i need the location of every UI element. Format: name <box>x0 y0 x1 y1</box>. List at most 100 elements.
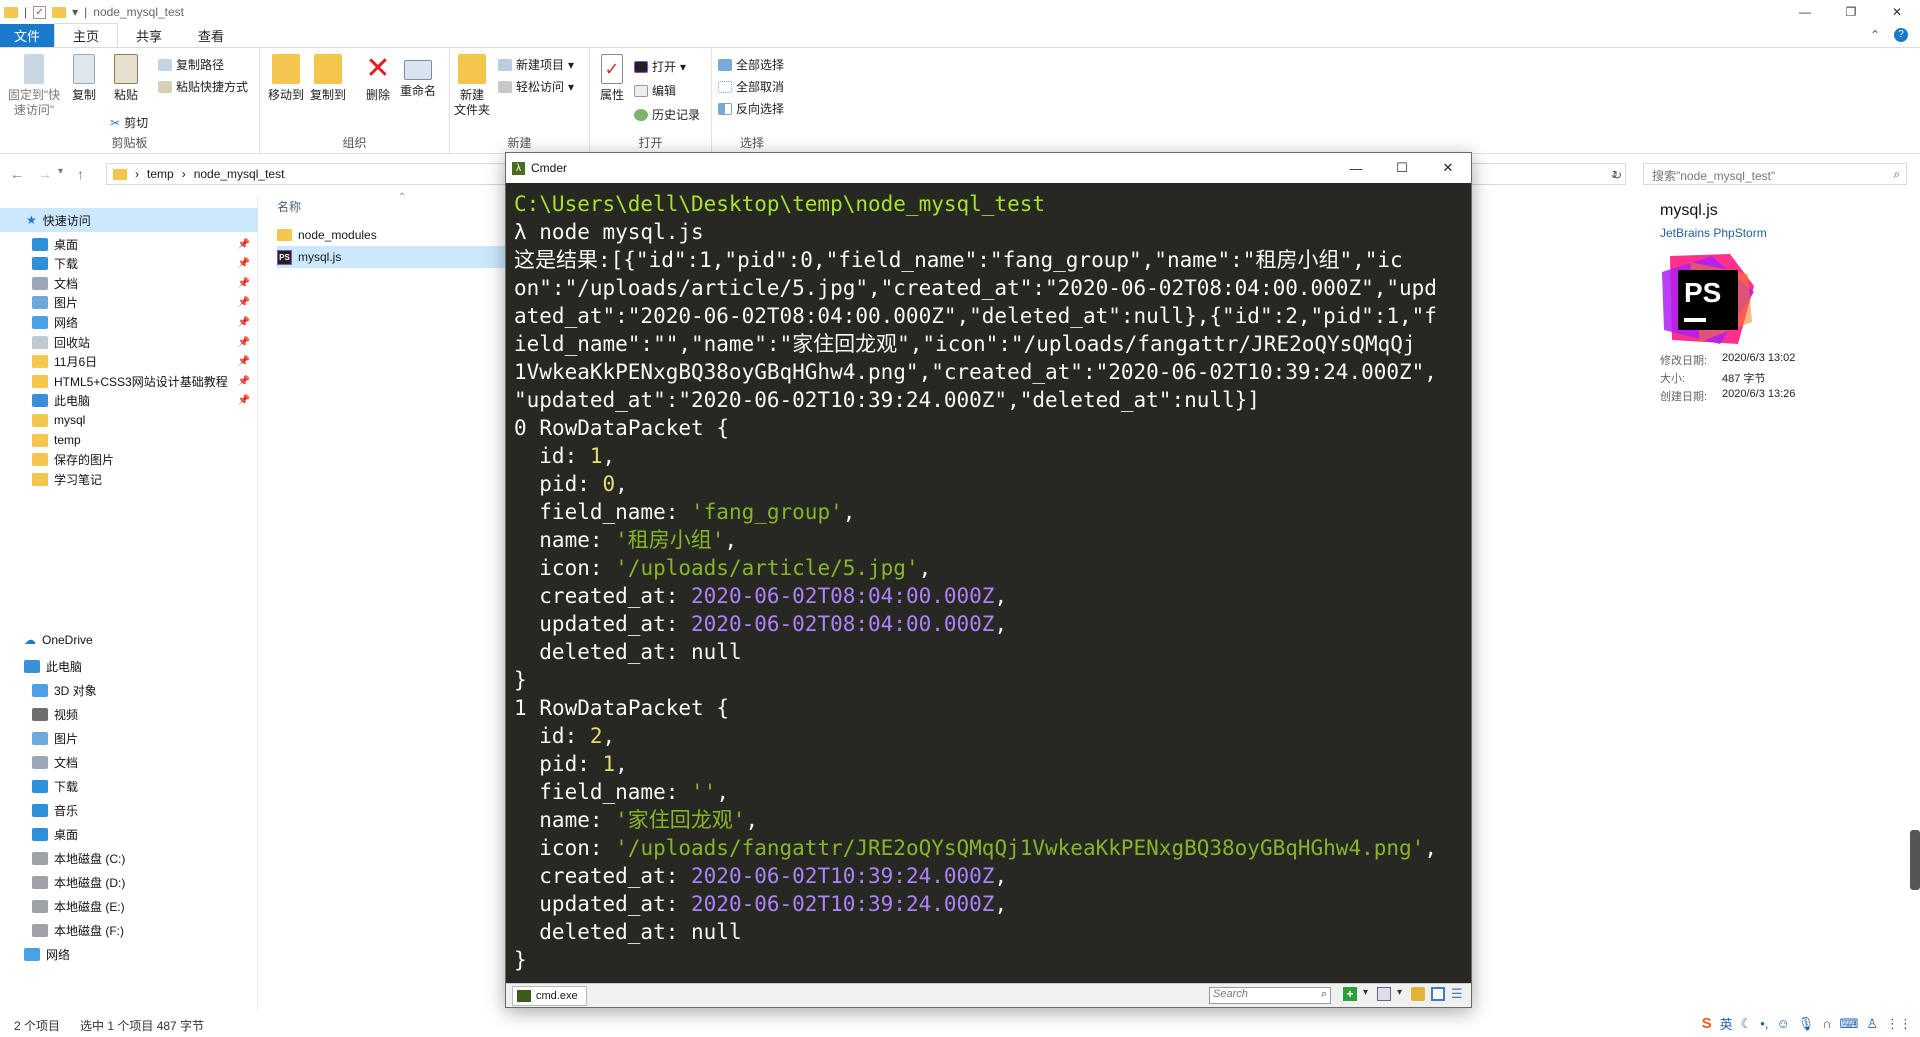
properties-button[interactable]: ✓ 属性 <box>590 54 634 103</box>
nav-pc-item-10[interactable]: 本地磁盘 (F:) <box>0 918 258 942</box>
pin-icon[interactable]: 📌 <box>238 395 250 406</box>
nav-pc-item-6[interactable]: 桌面 <box>0 822 258 846</box>
file-item-mysql-js[interactable]: PS mysql.js <box>277 246 505 268</box>
select-none-button[interactable]: 全部取消 <box>718 78 784 95</box>
rename-button[interactable]: 重命名 <box>396 54 440 99</box>
nav-quick-item-12[interactable]: 学习笔记 <box>0 467 258 491</box>
tshirt-icon[interactable]: ♙ <box>1866 1016 1878 1032</box>
chevron-up-icon[interactable]: ⌃ <box>1870 28 1880 42</box>
nav-pc-item-7[interactable]: 本地磁盘 (C:) <box>0 846 258 870</box>
maximize-button[interactable]: ☐ <box>1379 153 1425 183</box>
minimize-button[interactable]: — <box>1782 0 1828 24</box>
chevron-down-icon[interactable]: ▾ <box>1363 987 1371 1001</box>
console-tab[interactable]: cmd.exe <box>512 986 587 1006</box>
pin-icon[interactable]: 📌 <box>238 337 250 348</box>
nav-pc-item-4[interactable]: 下载 <box>0 774 258 798</box>
copy-to-button[interactable]: 复制到 <box>306 54 350 103</box>
grid-icon[interactable]: ⋮⋮ <box>1886 1016 1912 1032</box>
delete-button[interactable]: ✕ 删除 <box>356 54 400 103</box>
tab-share[interactable]: 共享 <box>118 24 180 47</box>
pin-icon[interactable]: 📌 <box>238 278 250 289</box>
add-tab-icon[interactable]: + <box>1343 987 1357 1001</box>
nav-pc-item-9[interactable]: 本地磁盘 (E:) <box>0 894 258 918</box>
pin-icon[interactable]: 📌 <box>238 297 250 308</box>
column-header-name[interactable]: 名称 <box>277 198 301 215</box>
window-mode-icon[interactable] <box>1431 987 1445 1001</box>
lambda-icon: λ <box>512 161 525 175</box>
edit-button[interactable]: 编辑 <box>634 82 676 99</box>
moon-icon[interactable]: ☾ <box>1741 1016 1753 1032</box>
new-folder-icon[interactable] <box>52 6 67 18</box>
paste-shortcut-button[interactable]: 粘贴快捷方式 <box>158 78 248 95</box>
move-to-button[interactable]: 移动到 <box>264 54 308 103</box>
emoji-icon[interactable]: ☺ <box>1776 1016 1789 1031</box>
invert-selection-button[interactable]: 反向选择 <box>718 100 784 117</box>
split-icon[interactable] <box>1377 987 1391 1001</box>
menu-icon[interactable]: ☰ <box>1451 987 1465 1001</box>
punctuation-icon[interactable]: •, <box>1760 1016 1768 1031</box>
nav-pc-item-label: 图片 <box>54 731 79 746</box>
microphone-icon[interactable]: 🎙 <box>1798 1016 1815 1032</box>
new-folder-button[interactable]: 新建 文件夹 <box>450 54 494 118</box>
nav-onedrive[interactable]: ☁ OneDrive <box>0 628 258 652</box>
chevron-down-icon[interactable]: ▾ <box>1397 987 1405 1001</box>
nav-pc-item-2[interactable]: 图片 <box>0 726 258 750</box>
recent-chevron-icon[interactable]: ▾ <box>58 166 63 182</box>
pin-icon[interactable]: 📌 <box>238 258 250 269</box>
pin-icon[interactable]: 📌 <box>238 356 250 367</box>
help-icon[interactable]: ? <box>1894 28 1908 42</box>
ime-mode[interactable]: 英 <box>1720 1014 1733 1033</box>
console-output[interactable]: C:\Users\dell\Desktop\temp\node_mysql_te… <box>514 190 1464 972</box>
delete-x-icon: ✕ <box>365 52 391 85</box>
select-all-button[interactable]: 全部选择 <box>718 56 784 73</box>
console-token: 2020-06-02T08:04:00.000Z <box>691 584 995 608</box>
nav-pc-item-0[interactable]: 3D 对象 <box>0 678 258 702</box>
cut-button[interactable]: ✂ 剪切 <box>110 114 148 131</box>
organize-group-label: 组织 <box>342 136 367 150</box>
navigation-pane: ★ 快速访问 桌面 📌 下载 📌 文档 📌 图片 📌 网络 📌 回收站 📌 11月6日 📌 HTML5+CSS… <box>0 196 258 1011</box>
back-arrow-icon[interactable]: ← <box>10 166 24 182</box>
tab-view[interactable]: 查看 <box>180 24 242 47</box>
pin-quick-access-button[interactable]: 固定到"快速访问" <box>6 54 62 118</box>
history-button[interactable]: 历史记录 <box>634 106 700 123</box>
breadcrumb-item-temp[interactable]: temp <box>147 167 174 181</box>
maximize-button[interactable]: ❐ <box>1828 0 1874 24</box>
close-button[interactable]: ✕ <box>1425 153 1471 183</box>
pin-icon[interactable]: 📌 <box>238 239 250 250</box>
breadcrumb-item-current[interactable]: node_mysql_test <box>194 167 285 181</box>
forward-arrow-icon[interactable]: → <box>38 166 52 182</box>
new-item-button[interactable]: 新建项目 ▾ <box>498 56 574 73</box>
pin-icon[interactable]: 📌 <box>238 376 250 387</box>
up-arrow-icon[interactable]: ↑ <box>77 166 84 182</box>
folder-icon <box>32 394 48 408</box>
paste-button[interactable]: 粘贴 <box>104 54 148 103</box>
tab-file[interactable]: 文件 <box>0 24 55 47</box>
headset-icon[interactable]: ∩ <box>1822 1016 1831 1031</box>
refresh-icon[interactable]: ↻ <box>1612 168 1622 182</box>
search-input[interactable]: 搜索"node_mysql_test" ⌕ <box>1643 163 1907 185</box>
nav-pc-item-5[interactable]: 音乐 <box>0 798 258 822</box>
console-token: id: <box>514 444 590 468</box>
minimize-button[interactable]: — <box>1333 153 1379 183</box>
chevron-down-icon[interactable]: ▾ <box>72 5 78 19</box>
nav-quick-access[interactable]: ★ 快速访问 <box>0 208 258 232</box>
copy-button[interactable]: 复制 <box>62 54 106 103</box>
open-button[interactable]: 打开 ▾ <box>634 58 686 75</box>
easy-access-button[interactable]: 轻松访问 ▾ <box>498 78 574 95</box>
file-item-node-modules[interactable]: node_modules <box>277 224 505 246</box>
sogou-icon[interactable]: S <box>1702 1015 1712 1032</box>
copy-path-button[interactable]: 复制路径 <box>158 56 224 73</box>
properties-icon[interactable]: ✓ <box>33 5 47 19</box>
nav-pc-item-1[interactable]: 视频 <box>0 702 258 726</box>
keyboard-icon[interactable]: ⌨ <box>1840 1016 1859 1032</box>
lock-icon[interactable] <box>1411 987 1425 1001</box>
console-search-input[interactable]: Search ⌕ <box>1209 987 1331 1004</box>
pin-icon[interactable]: 📌 <box>238 317 250 328</box>
nav-network[interactable]: 网络 <box>0 942 258 966</box>
nav-this-pc[interactable]: 此电脑 <box>0 654 258 678</box>
tab-home[interactable]: 主页 <box>54 23 119 47</box>
close-button[interactable]: ✕ <box>1874 0 1920 24</box>
nav-pc-item-3[interactable]: 文档 <box>0 750 258 774</box>
scrollbar-thumb[interactable] <box>1910 830 1920 890</box>
nav-pc-item-8[interactable]: 本地磁盘 (D:) <box>0 870 258 894</box>
